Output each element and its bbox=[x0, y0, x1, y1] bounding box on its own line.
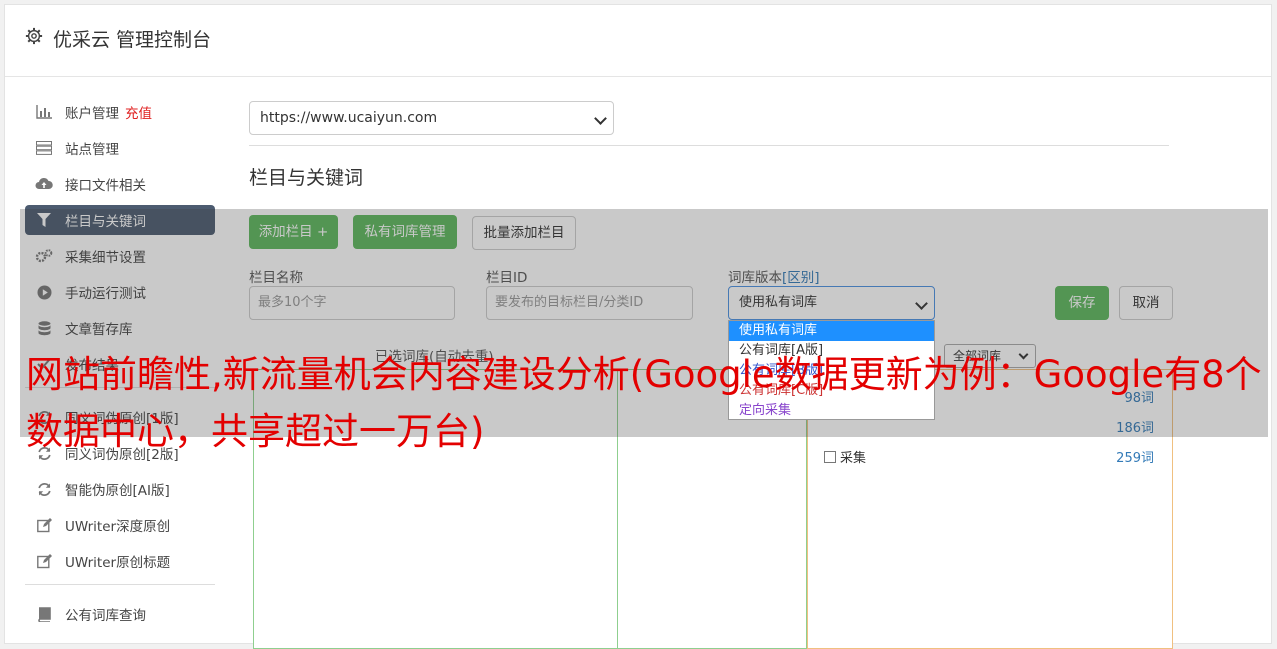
sidebar-item-ai-rewrite[interactable]: 智能伪原创[AI版] bbox=[25, 474, 215, 504]
sidebar-item-interface-files[interactable]: 接口文件相关 bbox=[25, 169, 215, 199]
divider bbox=[249, 145, 1169, 146]
bar-chart-icon bbox=[35, 103, 53, 121]
edit-icon bbox=[35, 552, 53, 570]
dropdown-option[interactable]: 使用私有词库 bbox=[729, 321, 934, 341]
gear-icon bbox=[25, 27, 43, 45]
sidebar-item-label: 接口文件相关 bbox=[65, 178, 146, 194]
sidebar-item-label: UWriter深度原创 bbox=[65, 519, 171, 535]
sidebar-item-uwriter-title[interactable]: UWriter原创标题 bbox=[25, 546, 215, 576]
sidebar-item-public-lib-query[interactable]: 公有词库查询 bbox=[25, 599, 215, 629]
refresh-icon bbox=[35, 480, 53, 498]
chevron-down-icon bbox=[594, 112, 607, 125]
sidebar-item-label: UWriter原创标题 bbox=[65, 555, 171, 571]
sidebar-item-account[interactable]: 账户管理 充值 bbox=[25, 97, 215, 127]
server-icon bbox=[35, 139, 53, 157]
section-title: 栏目与关键词 bbox=[249, 167, 364, 189]
book-icon bbox=[35, 605, 53, 623]
page-title: 优采云 管理控制台 bbox=[53, 29, 212, 51]
sidebar-item-label: 站点管理 bbox=[65, 142, 119, 158]
sidebar-item-label: 公有词库查询 bbox=[65, 608, 146, 624]
sidebar-item-uwriter-deep[interactable]: UWriter深度原创 bbox=[25, 510, 215, 540]
sidebar-item-sites[interactable]: 站点管理 bbox=[25, 133, 215, 163]
edit-icon bbox=[35, 516, 53, 534]
sidebar-item-label: 账户管理 bbox=[65, 106, 119, 122]
header: 优采云 管理控制台 bbox=[5, 5, 1271, 77]
site-select[interactable]: https://www.ucaiyun.com bbox=[249, 101, 614, 135]
app-frame: 优采云 管理控制台 账户管理 充值 站点管理 接口文件相关 栏目与关键词 采集细… bbox=[4, 4, 1272, 649]
recharge-link[interactable]: 充值 bbox=[125, 102, 152, 122]
overlay-headline: 网站前瞻性,新流量机会内容建设分析(Google数据更新为例：Google有8个… bbox=[26, 353, 1262, 453]
sidebar-divider bbox=[25, 584, 215, 585]
sidebar-item-label: 智能伪原创[AI版] bbox=[65, 483, 170, 499]
cloud-upload-icon bbox=[35, 175, 53, 193]
